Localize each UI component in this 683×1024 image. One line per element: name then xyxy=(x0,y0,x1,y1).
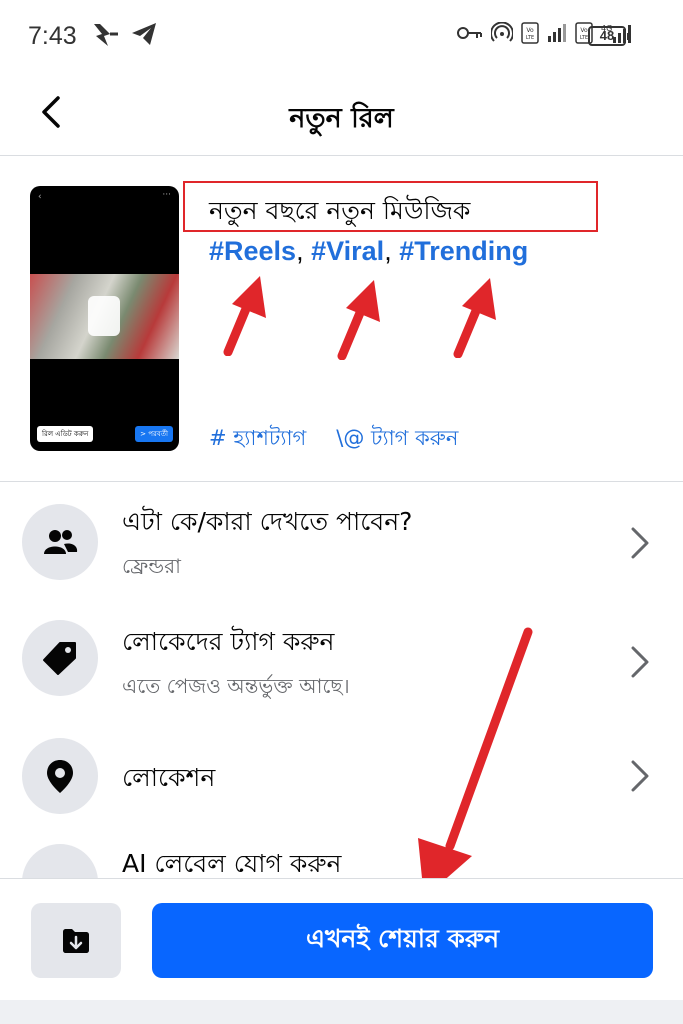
hashtag-line[interactable]: #Reels, #Viral, #Trending xyxy=(209,236,528,267)
bolt-icon xyxy=(94,24,118,46)
ai-label-row[interactable]: AI লেবেল যোগ করুন xyxy=(0,836,683,878)
volte-icon: VoLTE xyxy=(521,22,539,44)
chevron-right-icon xyxy=(631,527,649,559)
annotation-arrow xyxy=(337,280,380,360)
page-title: নতুন রিল xyxy=(289,103,394,134)
tag-tools: # হ্যাশট্যাগ \@ ট্যাগ করুন xyxy=(209,422,458,457)
mention-tool-button[interactable]: \@ ট্যাগ করুন xyxy=(336,422,458,457)
hotspot-icon xyxy=(491,22,513,42)
svg-text:Vo: Vo xyxy=(580,27,588,34)
chevron-right-icon xyxy=(631,646,649,678)
svg-text:Vo: Vo xyxy=(526,27,534,34)
svg-text:LTE: LTE xyxy=(580,35,588,41)
battery-indicator: 48 xyxy=(588,26,630,46)
annotation-arrow xyxy=(453,278,496,358)
status-bar: 7:43 Vo LTE Vo LTE 4G 48 xyxy=(0,0,683,72)
audience-title: এটা কে/কারা দেখতে পাবেন? xyxy=(122,507,413,536)
telegram-icon xyxy=(132,23,156,45)
save-draft-button[interactable] xyxy=(31,903,121,978)
hashtag-separator: , xyxy=(384,236,392,266)
thumbnail-next-label: > পরবর্তী xyxy=(135,426,173,442)
reel-thumbnail[interactable]: ‹ ··· রিল এডিট করুন > পরবর্তী xyxy=(30,186,179,451)
reel-composer: ‹ ··· রিল এডিট করুন > পরবর্তী নতুন বছরে … xyxy=(0,156,683,482)
thumbnail-more-icon: ··· xyxy=(162,190,171,200)
audience-value: ফ্রেন্ডরা xyxy=(122,554,181,578)
annotation-arrow xyxy=(223,276,266,356)
ai-label-title: AI লেবেল যোগ করুন xyxy=(122,849,342,878)
key-icon xyxy=(457,27,482,39)
thumbnail-overlay-icon xyxy=(88,296,120,336)
app-header: নতুন রিল xyxy=(0,72,683,156)
ai-label-icon xyxy=(22,844,98,878)
thumbnail-back-icon: ‹ xyxy=(38,192,42,202)
location-row[interactable]: লোকেশন xyxy=(0,718,683,836)
reel-settings-list: এটা কে/কারা দেখতে পাবেন? ফ্রেন্ডরা লোকেদ… xyxy=(0,482,683,878)
location-pin-icon xyxy=(22,738,98,814)
annotation-arrow xyxy=(418,627,533,898)
friends-icon xyxy=(22,504,98,580)
caption-text: নতুন বছরে নতুন মিউজিক xyxy=(209,196,471,225)
system-nav-strip xyxy=(0,1000,683,1024)
hashtag-tool-button[interactable]: # হ্যাশট্যাগ xyxy=(209,422,306,457)
location-title: লোকেশন xyxy=(122,763,216,792)
tag-people-subtitle: এতে পেজও অন্তর্ভুক্ত আছে। xyxy=(122,674,350,698)
hashtag-separator: , xyxy=(296,236,304,266)
share-now-button[interactable]: এখনই শেয়ার করুন xyxy=(152,903,653,978)
tag-people-title: লোকেদের ট্যাগ করুন xyxy=(122,627,335,656)
svg-text:LTE: LTE xyxy=(526,35,534,41)
audience-row[interactable]: এটা কে/কারা দেখতে পাবেন? ফ্রেন্ডরা xyxy=(0,482,683,600)
tag-icon xyxy=(22,620,98,696)
hashtag[interactable]: #Reels xyxy=(209,236,296,266)
status-time: 7:43 xyxy=(28,22,77,50)
tag-people-row[interactable]: লোকেদের ট্যাগ করুন এতে পেজও অন্তর্ভুক্ত … xyxy=(0,600,683,718)
thumbnail-edit-label: রিল এডিট করুন xyxy=(37,426,94,442)
status-left-icons xyxy=(90,20,158,50)
hashtag[interactable]: #Trending xyxy=(399,236,528,266)
bottom-action-bar: এখনই শেয়ার করুন xyxy=(0,878,683,1000)
chevron-right-icon xyxy=(631,760,649,792)
hashtag[interactable]: #Viral xyxy=(311,236,384,266)
signal-icon xyxy=(548,24,566,42)
caption-highlight-box[interactable]: নতুন বছরে নতুন মিউজিক xyxy=(183,181,598,232)
save-draft-icon xyxy=(63,928,89,953)
